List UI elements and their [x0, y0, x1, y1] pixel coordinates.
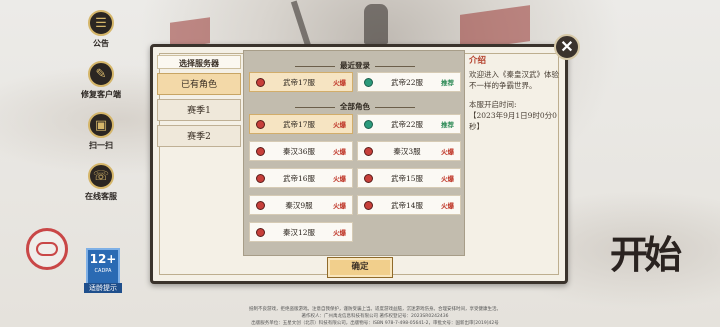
server-tag: 推荐 — [441, 79, 454, 87]
status-dot-icon — [256, 119, 265, 129]
nav-repair-client-button[interactable]: ✎ 修复客户端 — [78, 61, 124, 100]
status-dot-icon — [256, 173, 265, 183]
gamepad-button[interactable] — [26, 228, 68, 270]
all-characters-title: 全部角色 — [244, 101, 466, 112]
server-name: 秦汉3服 — [393, 146, 421, 156]
wrench-icon: ✎ — [88, 61, 114, 87]
server-item[interactable]: 秦汉36服 火爆 — [249, 141, 353, 161]
age-rating-label: 适龄提示 — [84, 283, 122, 293]
server-name: 武帝15服 — [390, 173, 424, 183]
nav-label: 扫一扫 — [89, 140, 113, 150]
status-dot-icon — [256, 227, 265, 237]
recent-login-title: 最近登录 — [244, 60, 466, 71]
server-name: 秦汉12服 — [282, 227, 316, 237]
server-tag: 火爆 — [333, 229, 346, 237]
info-intro: 欢迎进入《秦皇汉武》体验不一样的争霸世界。 — [469, 70, 559, 90]
notice-icon: ☰ — [88, 10, 114, 36]
server-item[interactable]: 秦汉9服 火爆 — [249, 195, 353, 215]
nav-label: 在线客服 — [85, 191, 117, 201]
status-dot-icon — [364, 173, 373, 183]
server-name: 秦汉36服 — [282, 146, 316, 156]
status-dot-icon — [256, 77, 265, 87]
server-item[interactable]: 武帝22服 推荐 — [357, 114, 461, 134]
server-list-area: 最近登录 武帝17服 火爆 武帝22服 推荐 全部角色 武帝17服 火爆 武帝2… — [243, 50, 465, 256]
server-name: 武帝22服 — [390, 77, 424, 87]
server-name: 武帝22服 — [390, 119, 424, 129]
footer-line: 抵制不良游戏，拒绝盗版游戏。注意自我保护，谨防受骗上当。适度游戏益脑，沉迷游戏伤… — [249, 307, 501, 312]
background-silhouette — [364, 4, 388, 44]
status-dot-icon — [256, 146, 265, 156]
server-tag: 火爆 — [333, 79, 346, 87]
server-tabs: 选择服务器 已有角色 赛季1 赛季2 — [157, 55, 241, 151]
server-tag: 火爆 — [333, 202, 346, 210]
info-title: 介绍 — [469, 56, 487, 66]
info-open-time: 【2023年9月1日9时0分0秒】 — [469, 111, 557, 131]
nav-label: 公告 — [93, 38, 109, 48]
server-name: 武帝14服 — [390, 200, 424, 210]
server-tag: 火爆 — [441, 175, 454, 183]
server-tag: 火爆 — [441, 202, 454, 210]
status-dot-icon — [364, 200, 373, 210]
scan-icon: ▣ — [88, 112, 114, 138]
server-name: 秦汉9服 — [285, 200, 313, 210]
tab-existing-characters[interactable]: 已有角色 — [157, 73, 241, 95]
server-tag: 火爆 — [441, 148, 454, 156]
recent-server-item[interactable]: 武帝22服 推荐 — [357, 72, 461, 92]
recent-server-item[interactable]: 武帝17服 火爆 — [249, 72, 353, 92]
status-dot-icon — [364, 77, 373, 87]
age-rating-number: 12+ — [89, 252, 117, 266]
nav-scan-button[interactable]: ▣ 扫一扫 — [78, 112, 124, 151]
footer-line: 著作权人：广州禹龙信息科技有限公司 著作权登记号：2023SR0242436 — [301, 314, 449, 319]
all-characters-label: 全部角色 — [340, 102, 370, 111]
server-item[interactable]: 秦汉3服 火爆 — [357, 141, 461, 161]
recent-login-label: 最近登录 — [340, 61, 370, 70]
server-name: 武帝17服 — [282, 77, 316, 87]
tabs-header: 选择服务器 — [157, 55, 241, 69]
server-tag: 火爆 — [333, 175, 346, 183]
close-icon: ✕ — [560, 37, 574, 56]
service-icon: ☏ — [88, 163, 114, 189]
confirm-button[interactable]: 确定 — [327, 257, 393, 278]
status-dot-icon — [256, 200, 265, 210]
nav-notice-button[interactable]: ☰ 公告 — [78, 10, 124, 49]
status-dot-icon — [364, 119, 373, 129]
nav-label: 修复客户端 — [81, 89, 121, 99]
tab-season-2[interactable]: 赛季2 — [157, 125, 241, 147]
server-item[interactable]: 秦汉12服 火爆 — [249, 222, 353, 242]
server-item[interactable]: 武帝15服 火爆 — [357, 168, 461, 188]
nav-customer-service-button[interactable]: ☏ 在线客服 — [78, 163, 124, 202]
info-open-label: 本服开启时间: — [469, 100, 517, 109]
server-tag: 推荐 — [441, 121, 454, 129]
server-name: 武帝16服 — [282, 173, 316, 183]
server-item[interactable]: 武帝14服 火爆 — [357, 195, 461, 215]
tab-season-1[interactable]: 赛季1 — [157, 99, 241, 121]
status-dot-icon — [364, 146, 373, 156]
footer-line: 出版服务单位：五星文创（北京）科技有限公司，出版物号：ISBN 978-7-49… — [251, 321, 499, 326]
server-tag: 火爆 — [333, 121, 346, 129]
gamepad-icon — [36, 242, 58, 256]
server-tag: 火爆 — [333, 148, 346, 156]
server-info-panel: 介绍 欢迎进入《秦皇汉武》体验不一样的争霸世界。 本服开启时间: 【2023年9… — [469, 56, 565, 132]
server-item[interactable]: 武帝17服 火爆 — [249, 114, 353, 134]
age-rating-org: CADPA — [94, 268, 112, 274]
server-name: 武帝17服 — [282, 119, 316, 129]
server-item[interactable]: 武帝16服 火爆 — [249, 168, 353, 188]
start-game-button[interactable]: 开始 — [610, 236, 682, 274]
footer-legal: 抵制不良游戏，拒绝盗版游戏。注意自我保护，谨防受骗上当。适度游戏益脑，沉迷游戏伤… — [180, 306, 570, 327]
left-nav: ☰ 公告 ✎ 修复客户端 ▣ 扫一扫 ☏ 在线客服 — [78, 10, 124, 214]
